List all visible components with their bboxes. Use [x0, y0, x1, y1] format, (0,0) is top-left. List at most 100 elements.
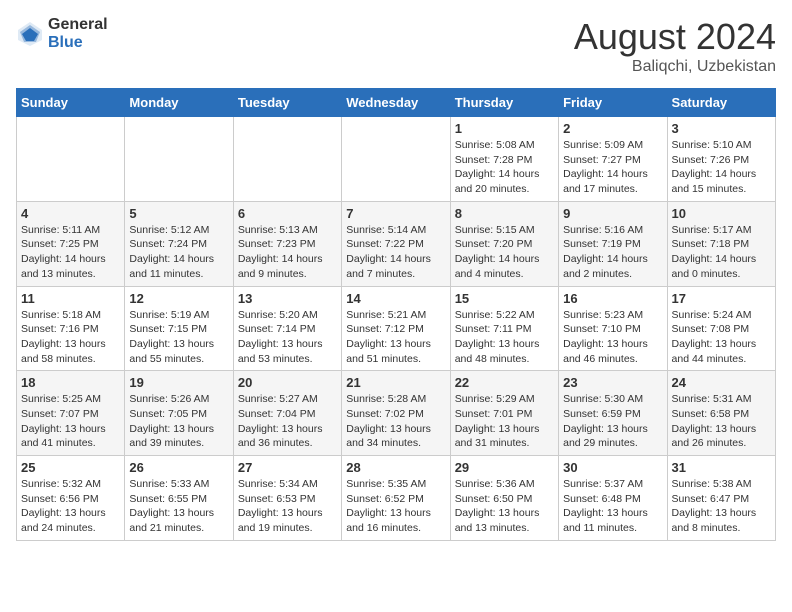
day-number: 27 — [238, 460, 337, 475]
cell-info: Sunrise: 5:36 AM Sunset: 6:50 PM Dayligh… — [455, 477, 554, 536]
cell-info: Sunrise: 5:22 AM Sunset: 7:11 PM Dayligh… — [455, 308, 554, 367]
cell-info: Sunrise: 5:32 AM Sunset: 6:56 PM Dayligh… — [21, 477, 120, 536]
cell-info: Sunrise: 5:29 AM Sunset: 7:01 PM Dayligh… — [455, 392, 554, 451]
logo: General Blue — [16, 16, 108, 51]
day-number: 1 — [455, 121, 554, 136]
calendar-cell: 29 Sunrise: 5:36 AM Sunset: 6:50 PM Dayli… — [450, 456, 558, 541]
cell-info: Sunrise: 5:34 AM Sunset: 6:53 PM Dayligh… — [238, 477, 337, 536]
title-block: August 2024 Baliqchi, Uzbekistan — [574, 16, 776, 76]
cell-info: Sunrise: 5:12 AM Sunset: 7:24 PM Dayligh… — [129, 223, 228, 282]
week-row-5: 25 Sunrise: 5:32 AM Sunset: 6:56 PM Dayli… — [17, 456, 776, 541]
location: Baliqchi, Uzbekistan — [574, 58, 776, 76]
calendar-cell: 26Sunrise: 5:33 AM Sunset: 6:55 PM Dayli… — [125, 456, 233, 541]
calendar-cell: 1 Sunrise: 5:08 AM Sunset: 7:28 PM Daylig… — [450, 117, 558, 202]
day-number: 18 — [21, 375, 120, 390]
cell-info: Sunrise: 5:08 AM Sunset: 7:28 PM Dayligh… — [455, 138, 554, 197]
cell-info: Sunrise: 5:30 AM Sunset: 6:59 PM Dayligh… — [563, 392, 662, 451]
day-number: 17 — [672, 291, 771, 306]
cell-info: Sunrise: 5:33 AM Sunset: 6:55 PM Dayligh… — [129, 477, 228, 536]
calendar-cell: 17 Sunrise: 5:24 AM Sunset: 7:08 PM Dayli… — [667, 286, 775, 371]
cell-info: Sunrise: 5:19 AM Sunset: 7:15 PM Dayligh… — [129, 308, 228, 367]
cell-info: Sunrise: 5:31 AM Sunset: 6:58 PM Dayligh… — [672, 392, 771, 451]
logo-text: General Blue — [48, 16, 108, 51]
day-number: 13 — [238, 291, 337, 306]
cell-info: Sunrise: 5:21 AM Sunset: 7:12 PM Dayligh… — [346, 308, 445, 367]
calendar-cell: 14 Sunrise: 5:21 AM Sunset: 7:12 PM Dayli… — [342, 286, 450, 371]
page-header: General Blue August 2024 Baliqchi, Uzbek… — [16, 16, 776, 76]
cell-info: Sunrise: 5:20 AM Sunset: 7:14 PM Dayligh… — [238, 308, 337, 367]
calendar-cell: 27 Sunrise: 5:34 AM Sunset: 6:53 PM Dayli… — [233, 456, 341, 541]
cell-info: Sunrise: 5:28 AM Sunset: 7:02 PM Dayligh… — [346, 392, 445, 451]
calendar-cell: 23 Sunrise: 5:30 AM Sunset: 6:59 PM Dayli… — [559, 371, 667, 456]
week-row-1: 1 Sunrise: 5:08 AM Sunset: 7:28 PM Daylig… — [17, 117, 776, 202]
day-number: 20 — [238, 375, 337, 390]
header-cell-tuesday: Tuesday — [233, 89, 341, 117]
calendar-body: 1 Sunrise: 5:08 AM Sunset: 7:28 PM Daylig… — [17, 117, 776, 541]
day-number: 7 — [346, 206, 445, 221]
calendar-cell: 19Sunrise: 5:26 AM Sunset: 7:05 PM Dayli… — [125, 371, 233, 456]
calendar-cell: 25 Sunrise: 5:32 AM Sunset: 6:56 PM Dayli… — [17, 456, 125, 541]
calendar-cell: 15 Sunrise: 5:22 AM Sunset: 7:11 PM Dayli… — [450, 286, 558, 371]
cell-info: Sunrise: 5:38 AM Sunset: 6:47 PM Dayligh… — [672, 477, 771, 536]
day-number: 24 — [672, 375, 771, 390]
calendar-cell: 8Sunrise: 5:15 AM Sunset: 7:20 PM Daylig… — [450, 201, 558, 286]
calendar-header: SundayMondayTuesdayWednesdayThursdayFrid… — [17, 89, 776, 117]
cell-info: Sunrise: 5:23 AM Sunset: 7:10 PM Dayligh… — [563, 308, 662, 367]
cell-info: Sunrise: 5:18 AM Sunset: 7:16 PM Dayligh… — [21, 308, 120, 367]
calendar-cell: 7 Sunrise: 5:14 AM Sunset: 7:22 PM Daylig… — [342, 201, 450, 286]
day-number: 14 — [346, 291, 445, 306]
day-number: 12 — [129, 291, 228, 306]
calendar-cell: 10Sunrise: 5:17 AM Sunset: 7:18 PM Dayli… — [667, 201, 775, 286]
day-number: 21 — [346, 375, 445, 390]
cell-info: Sunrise: 5:13 AM Sunset: 7:23 PM Dayligh… — [238, 223, 337, 282]
calendar-cell — [342, 117, 450, 202]
cell-info: Sunrise: 5:26 AM Sunset: 7:05 PM Dayligh… — [129, 392, 228, 451]
week-row-3: 11Sunrise: 5:18 AM Sunset: 7:16 PM Dayli… — [17, 286, 776, 371]
day-number: 4 — [21, 206, 120, 221]
cell-info: Sunrise: 5:35 AM Sunset: 6:52 PM Dayligh… — [346, 477, 445, 536]
day-number: 29 — [455, 460, 554, 475]
calendar-cell: 11Sunrise: 5:18 AM Sunset: 7:16 PM Dayli… — [17, 286, 125, 371]
calendar-cell: 12 Sunrise: 5:19 AM Sunset: 7:15 PM Dayli… — [125, 286, 233, 371]
calendar-cell — [125, 117, 233, 202]
calendar-cell: 31 Sunrise: 5:38 AM Sunset: 6:47 PM Dayli… — [667, 456, 775, 541]
calendar-cell: 30 Sunrise: 5:37 AM Sunset: 6:48 PM Dayli… — [559, 456, 667, 541]
week-row-2: 4Sunrise: 5:11 AM Sunset: 7:25 PM Daylig… — [17, 201, 776, 286]
calendar: SundayMondayTuesdayWednesdayThursdayFrid… — [16, 88, 776, 541]
cell-info: Sunrise: 5:25 AM Sunset: 7:07 PM Dayligh… — [21, 392, 120, 451]
day-number: 30 — [563, 460, 662, 475]
day-number: 23 — [563, 375, 662, 390]
cell-info: Sunrise: 5:24 AM Sunset: 7:08 PM Dayligh… — [672, 308, 771, 367]
calendar-cell: 16 Sunrise: 5:23 AM Sunset: 7:10 PM Dayli… — [559, 286, 667, 371]
header-cell-thursday: Thursday — [450, 89, 558, 117]
day-number: 25 — [21, 460, 120, 475]
calendar-cell: 6 Sunrise: 5:13 AM Sunset: 7:23 PM Daylig… — [233, 201, 341, 286]
cell-info: Sunrise: 5:37 AM Sunset: 6:48 PM Dayligh… — [563, 477, 662, 536]
day-number: 5 — [129, 206, 228, 221]
calendar-cell — [17, 117, 125, 202]
week-row-4: 18 Sunrise: 5:25 AM Sunset: 7:07 PM Dayli… — [17, 371, 776, 456]
logo-blue: Blue — [48, 34, 108, 52]
cell-info: Sunrise: 5:16 AM Sunset: 7:19 PM Dayligh… — [563, 223, 662, 282]
logo-icon — [16, 20, 44, 48]
day-number: 2 — [563, 121, 662, 136]
calendar-cell: 21 Sunrise: 5:28 AM Sunset: 7:02 PM Dayli… — [342, 371, 450, 456]
day-number: 6 — [238, 206, 337, 221]
header-cell-sunday: Sunday — [17, 89, 125, 117]
calendar-cell: 3Sunrise: 5:10 AM Sunset: 7:26 PM Daylig… — [667, 117, 775, 202]
calendar-cell: 22Sunrise: 5:29 AM Sunset: 7:01 PM Dayli… — [450, 371, 558, 456]
calendar-cell: 9 Sunrise: 5:16 AM Sunset: 7:19 PM Daylig… — [559, 201, 667, 286]
calendar-cell: 28Sunrise: 5:35 AM Sunset: 6:52 PM Dayli… — [342, 456, 450, 541]
header-cell-friday: Friday — [559, 89, 667, 117]
month-title: August 2024 — [574, 16, 776, 58]
logo-general: General — [48, 16, 108, 34]
calendar-cell: 13 Sunrise: 5:20 AM Sunset: 7:14 PM Dayli… — [233, 286, 341, 371]
cell-info: Sunrise: 5:17 AM Sunset: 7:18 PM Dayligh… — [672, 223, 771, 282]
day-number: 31 — [672, 460, 771, 475]
day-number: 3 — [672, 121, 771, 136]
day-number: 16 — [563, 291, 662, 306]
cell-info: Sunrise: 5:14 AM Sunset: 7:22 PM Dayligh… — [346, 223, 445, 282]
day-number: 15 — [455, 291, 554, 306]
day-number: 9 — [563, 206, 662, 221]
calendar-cell: 20Sunrise: 5:27 AM Sunset: 7:04 PM Dayli… — [233, 371, 341, 456]
